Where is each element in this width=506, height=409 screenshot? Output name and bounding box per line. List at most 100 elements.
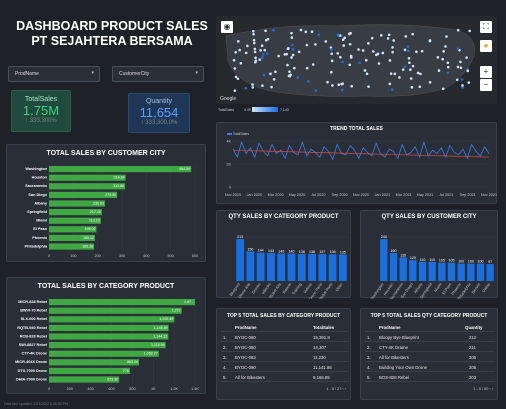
map-marker[interactable]	[376, 52, 380, 56]
map-marker[interactable]	[252, 32, 255, 36]
bar[interactable]	[277, 253, 286, 281]
bar[interactable]	[49, 350, 159, 357]
bar[interactable]	[49, 367, 130, 374]
map-marker[interactable]	[367, 42, 370, 45]
bar[interactable]	[338, 254, 347, 281]
col-header-prodname[interactable]: ProdName	[379, 325, 401, 330]
map-marker[interactable]	[252, 30, 255, 33]
map-marker[interactable]	[251, 83, 254, 86]
map-marker[interactable]	[324, 40, 328, 43]
table-row[interactable]: 3. BYOC-083 11,230	[221, 353, 348, 362]
bar[interactable]	[256, 252, 265, 281]
map-marker[interactable]	[401, 68, 405, 71]
map-marker[interactable]	[341, 60, 344, 64]
map-marker[interactable]	[291, 43, 294, 47]
map-marker[interactable]	[261, 56, 264, 59]
map-marker[interactable]	[288, 70, 291, 73]
map-marker[interactable]	[388, 82, 392, 86]
map-marker[interactable]	[274, 70, 277, 74]
map-canvas[interactable]	[216, 16, 497, 104]
map-marker[interactable]	[459, 60, 462, 64]
map-marker[interactable]	[254, 59, 258, 62]
map-marker[interactable]	[270, 85, 273, 89]
map-marker[interactable]	[292, 66, 296, 70]
sales-map[interactable]: ◉ ⛶ ● + − Google	[216, 16, 497, 104]
map-marker[interactable]	[437, 69, 441, 72]
map-marker[interactable]	[466, 69, 470, 73]
bar[interactable]	[380, 239, 388, 281]
zoom-in-button[interactable]: +	[480, 66, 492, 78]
map-marker[interactable]	[251, 86, 255, 89]
map-marker[interactable]	[264, 29, 267, 33]
map-marker[interactable]	[436, 56, 440, 59]
map-marker[interactable]	[336, 33, 340, 36]
map-marker[interactable]	[286, 47, 290, 50]
col-header-quantity[interactable]: Quantity	[465, 325, 482, 330]
map-marker[interactable]	[406, 45, 410, 48]
bar[interactable]	[457, 263, 465, 281]
map-marker[interactable]	[259, 49, 262, 52]
map-marker[interactable]	[398, 76, 401, 79]
bar[interactable]	[49, 324, 169, 331]
map-marker[interactable]	[263, 48, 266, 52]
bar[interactable]	[236, 239, 245, 281]
bar[interactable]	[287, 253, 296, 281]
map-marker[interactable]	[403, 48, 407, 52]
table-row[interactable]: 5. BOS-828 Rebel 203	[365, 373, 495, 382]
map-marker[interactable]	[404, 35, 408, 38]
map-marker[interactable]	[415, 50, 418, 54]
map-marker[interactable]	[411, 32, 414, 36]
map-marker[interactable]	[460, 78, 464, 81]
map-marker[interactable]	[253, 50, 257, 54]
bar[interactable]	[438, 262, 446, 281]
bar[interactable]	[428, 261, 436, 281]
map-marker[interactable]	[238, 48, 241, 52]
map-marker[interactable]	[358, 61, 361, 65]
map-marker[interactable]	[445, 35, 448, 38]
category-sales-chart[interactable]: 0 200 400 600 800 1K 1.2K 1.4K MICR-828 Rebel 1,4…	[7, 294, 207, 394]
map-marker[interactable]	[349, 56, 353, 59]
map-marker[interactable]	[461, 84, 464, 87]
bar[interactable]	[318, 254, 327, 281]
map-marker[interactable]	[310, 30, 314, 34]
map-marker[interactable]	[311, 63, 315, 66]
bar[interactable]	[308, 253, 316, 281]
pager[interactable]: 1 - 5 / 27 ‹ ›	[326, 387, 346, 391]
map-marker[interactable]	[253, 41, 256, 45]
bar[interactable]	[49, 342, 166, 349]
map-marker[interactable]	[253, 47, 257, 51]
bar[interactable]	[49, 333, 169, 340]
map-marker[interactable]	[403, 65, 407, 68]
map-marker[interactable]	[416, 71, 420, 75]
map-marker[interactable]	[317, 33, 321, 37]
map-marker[interactable]	[330, 48, 333, 51]
map-marker[interactable]	[407, 49, 410, 53]
map-marker[interactable]	[290, 56, 293, 59]
map-marker[interactable]	[379, 34, 383, 37]
map-marker[interactable]	[290, 36, 294, 39]
map-marker[interactable]	[419, 72, 422, 76]
prodname-filter-dropdown[interactable]: ProdName ▾	[8, 66, 100, 82]
map-marker[interactable]	[446, 71, 450, 75]
map-marker[interactable]	[261, 52, 265, 56]
map-marker[interactable]	[306, 80, 310, 83]
map-marker[interactable]	[350, 84, 354, 88]
bar[interactable]	[267, 252, 275, 281]
bar[interactable]	[328, 254, 337, 281]
zoom-out-button[interactable]: −	[480, 79, 492, 91]
map-marker[interactable]	[336, 52, 340, 55]
map-marker[interactable]	[233, 89, 237, 92]
map-marker[interactable]	[260, 44, 264, 48]
map-marker[interactable]	[365, 72, 369, 76]
map-marker[interactable]	[246, 44, 249, 48]
map-marker[interactable]	[244, 86, 248, 90]
map-marker[interactable]	[393, 72, 397, 76]
map-marker[interactable]	[234, 75, 238, 79]
map-marker[interactable]	[363, 69, 367, 72]
qty-city-chart[interactable]: 240Washington160Houston135Sacramento120S…	[361, 223, 499, 299]
map-marker[interactable]	[391, 46, 394, 49]
map-marker[interactable]	[465, 56, 468, 59]
bar[interactable]	[467, 263, 475, 281]
map-marker[interactable]	[330, 59, 334, 63]
map-marker[interactable]	[233, 67, 237, 70]
